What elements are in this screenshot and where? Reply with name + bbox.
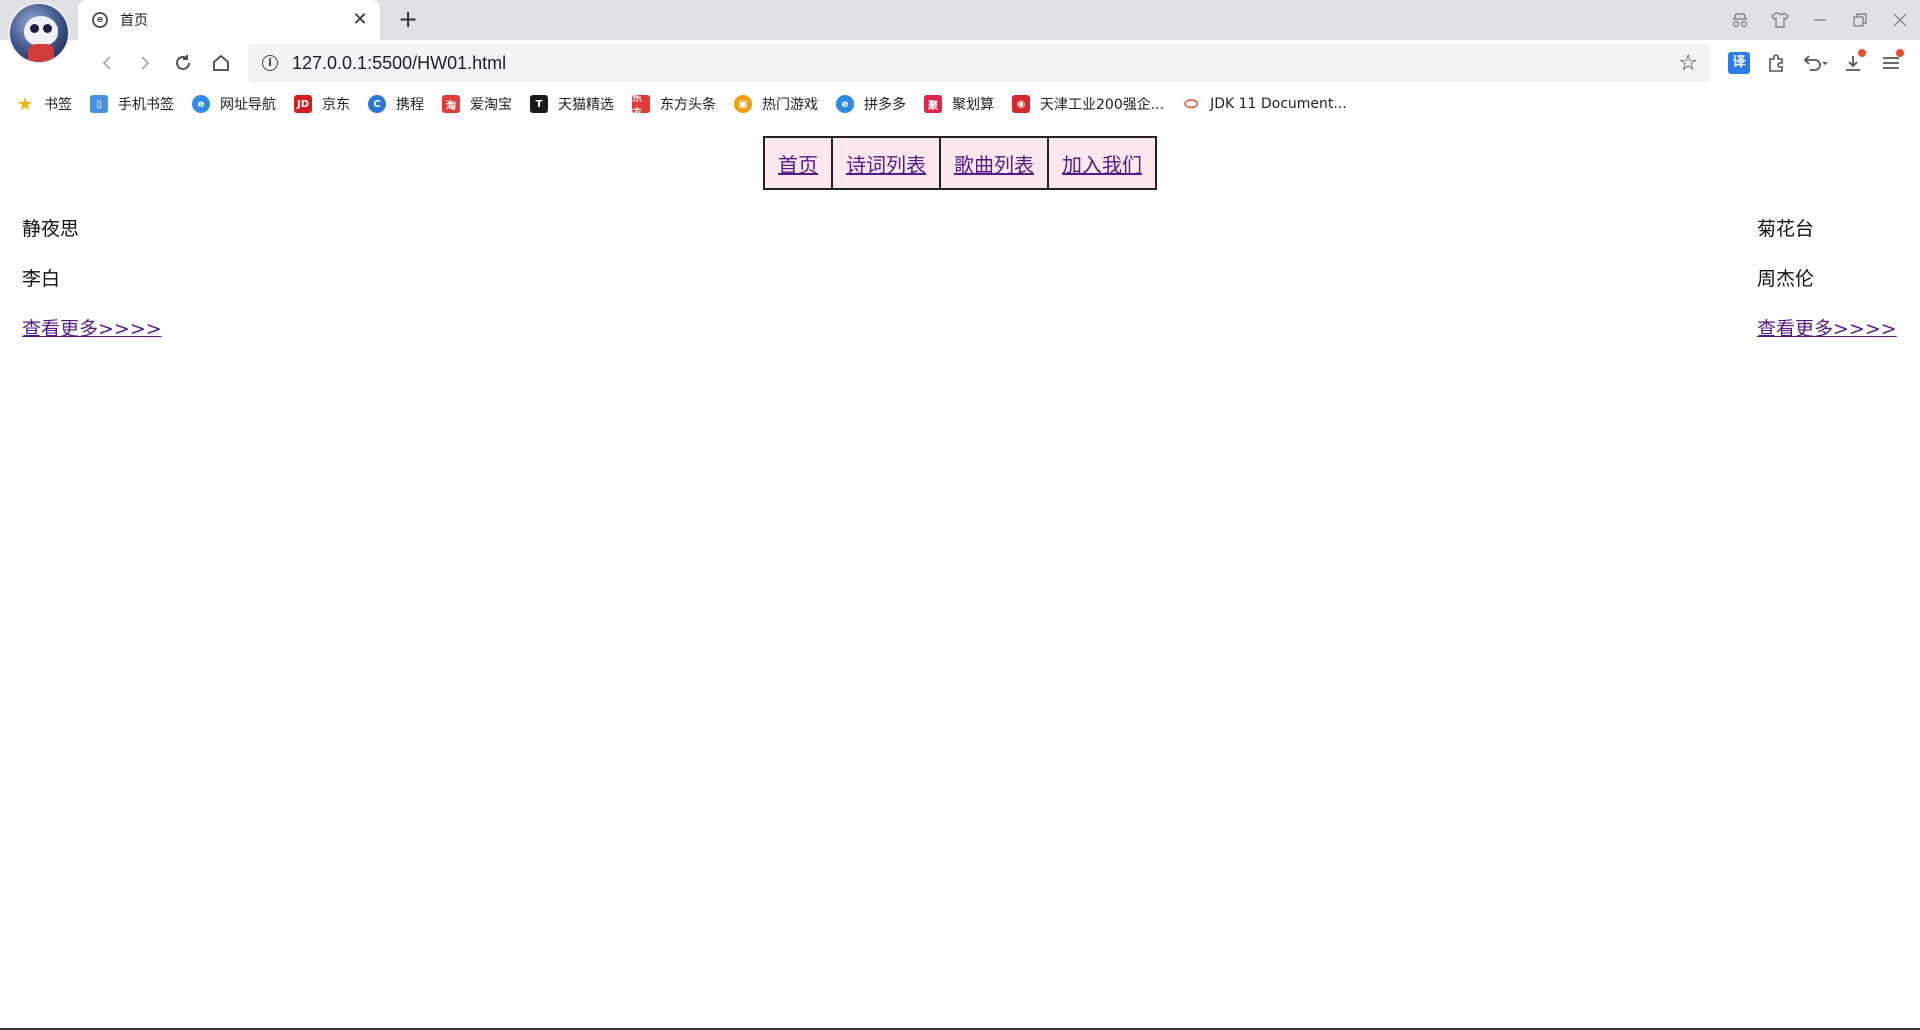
bookmark-item[interactable]: ◉ 天津工业200强企... [1012, 90, 1164, 118]
extensions-puzzle-icon[interactable] [1758, 48, 1796, 78]
bookmark-star-icon[interactable]: ☆ [1678, 51, 1698, 76]
tab-strip: e 首页 ✕ + [0, 0, 1920, 64]
phone-icon: ▯ [90, 95, 108, 113]
taobao-icon: 淘 [442, 95, 460, 113]
bookmarks-bar: ★ 书签 ▯ 手机书签 e 网址导航 JD 京东 C 携程 淘爱淘宝 T 天猫精选 东方 东方头条 ▣ 热门游戏… [0, 86, 1920, 122]
back-button[interactable] [92, 48, 122, 78]
song-author: 周杰伦 [1757, 268, 1815, 290]
browser-toolbar: i 127.0.0.1:5500/HW01.html ☆ 译 [0, 40, 1920, 86]
bookmark-label: 天津工业200强企... [1040, 97, 1165, 113]
tab-close-icon[interactable]: ✕ [350, 10, 370, 30]
download-icon[interactable] [1834, 48, 1872, 78]
home-button[interactable] [206, 48, 236, 78]
nav-link-home[interactable]: 首页 [765, 138, 833, 188]
incognito-icon[interactable] [1720, 0, 1760, 40]
avatar-eye [30, 24, 39, 33]
bookmark-item[interactable]: e 网址导航 [192, 90, 276, 118]
browser-e-icon: e [192, 95, 210, 113]
song-title: 菊花台 [1757, 218, 1815, 240]
bookmark-label: 热门游戏 [762, 97, 818, 113]
restore-icon[interactable] [1840, 0, 1880, 40]
close-window-icon[interactable] [1880, 0, 1920, 40]
bookmark-label: 爱淘宝 [470, 97, 512, 113]
tmall-icon: T [530, 95, 548, 113]
reload-button[interactable] [168, 48, 198, 78]
bookmark-item[interactable]: 东方 东方头条 [632, 90, 716, 119]
nav-link-poems[interactable]: 诗词列表 [833, 138, 941, 188]
bookmark-item[interactable]: ▯ 手机书签 [90, 90, 174, 118]
poem-card: 静夜思 李白 查看更多>>>> [22, 204, 162, 354]
bookmark-item[interactable]: ★ 书签 [16, 90, 72, 118]
minimize-icon[interactable] [1800, 0, 1840, 40]
bookmark-label: 书签 [44, 97, 72, 113]
bookmark-item[interactable]: ⬭ JDK 11 Document... [1182, 90, 1347, 118]
song-more-link[interactable]: 查看更多>>>> [1757, 318, 1897, 340]
oracle-icon: ⬭ [1184, 94, 1198, 113]
forward-button[interactable] [130, 48, 160, 78]
menu-badge-dot [1896, 49, 1904, 57]
extension-toolbar: 译 [1720, 48, 1910, 78]
bookmark-item[interactable]: ▣ 热门游戏 [734, 90, 818, 118]
site-nav: 首页 诗词列表 歌曲列表 加入我们 [763, 136, 1157, 190]
site-info-icon[interactable]: i [262, 55, 278, 71]
poem-title: 静夜思 [22, 218, 80, 240]
download-badge-dot [1858, 49, 1866, 57]
bookmark-item[interactable]: C 携程 [368, 90, 424, 118]
bookmark-label: 手机书签 [118, 97, 174, 113]
skin-shirt-icon[interactable] [1760, 0, 1800, 40]
poem-author: 李白 [22, 268, 61, 290]
tab-favicon-icon: e [92, 12, 108, 28]
jd-icon: JD [294, 95, 312, 113]
translate-icon[interactable]: 译 [1720, 48, 1758, 78]
avatar-face [24, 16, 58, 46]
menu-icon[interactable] [1872, 48, 1910, 78]
nav-link-join[interactable]: 加入我们 [1049, 138, 1155, 188]
bookmark-item[interactable]: JD 京东 [294, 90, 350, 118]
web-page: 首页 诗词列表 歌曲列表 加入我们 静夜思 李白 查看更多>>>> 菊花台 周杰… [0, 122, 1920, 1030]
new-tab-button[interactable]: + [395, 7, 421, 33]
bookmark-label: 聚划算 [952, 97, 994, 113]
bookmark-label: 拼多多 [864, 97, 906, 113]
nav-link-songs[interactable]: 歌曲列表 [941, 138, 1049, 188]
browser-e-icon: e [836, 95, 854, 113]
weibo-icon: ◉ [1012, 95, 1030, 113]
bookmark-item[interactable]: T 天猫精选 [530, 90, 614, 118]
dongfang-icon: 东方 [632, 93, 650, 119]
bookmark-label: 东方头条 [660, 97, 716, 113]
bookmark-label: 携程 [396, 97, 424, 113]
ctrip-icon: C [368, 95, 386, 113]
bookmark-item[interactable]: e 拼多多 [836, 90, 906, 118]
poem-more-link[interactable]: 查看更多>>>> [22, 318, 162, 340]
star-icon: ★ [16, 93, 34, 115]
user-avatar[interactable] [8, 2, 70, 64]
address-bar[interactable]: i 127.0.0.1:5500/HW01.html ☆ [248, 44, 1710, 82]
avatar-eye [43, 24, 52, 33]
game-icon: ▣ [734, 95, 752, 113]
url-text[interactable]: 127.0.0.1:5500/HW01.html [292, 53, 506, 74]
bookmark-item[interactable]: 淘爱淘宝 [442, 90, 512, 118]
bookmark-label: 京东 [322, 97, 350, 113]
undo-close-tab-icon[interactable] [1796, 48, 1834, 78]
tab-active[interactable]: e 首页 ✕ [78, 0, 380, 40]
translate-badge: 译 [1728, 52, 1750, 74]
juhuasuan-icon: 聚 [924, 95, 942, 113]
tab-title: 首页 [120, 13, 148, 29]
bookmark-label: 天猫精选 [558, 97, 614, 113]
bookmark-item[interactable]: 聚聚划算 [924, 90, 994, 118]
bookmark-label: 网址导航 [220, 97, 276, 113]
bookmark-label: JDK 11 Document... [1210, 96, 1347, 112]
avatar-body [28, 44, 54, 62]
song-card: 菊花台 周杰伦 查看更多>>>> [1757, 204, 1897, 354]
window-controls [1720, 0, 1920, 40]
